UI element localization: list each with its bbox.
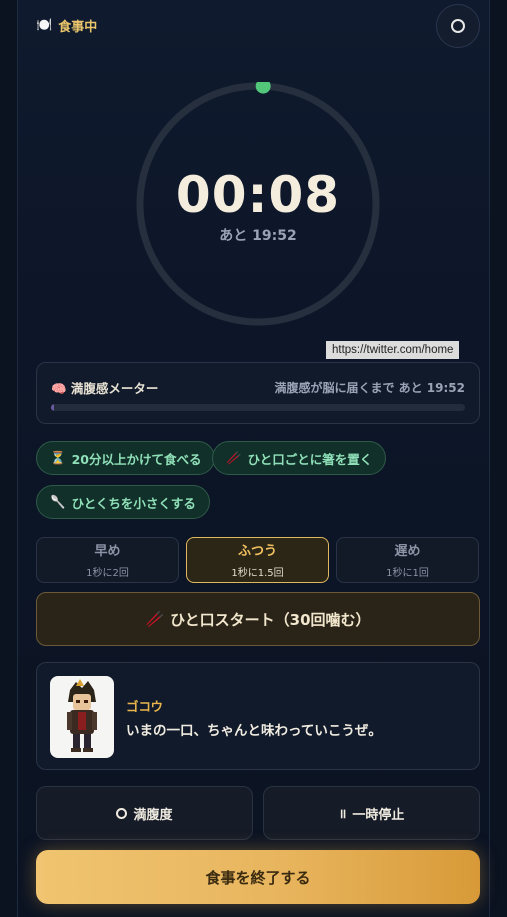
chopsticks-icon: 🥢	[145, 610, 165, 628]
circle-icon	[116, 807, 128, 819]
tip-chip-chopsticks[interactable]: 🥢 ひと口ごとに箸を置く	[212, 441, 387, 475]
end-meal-button[interactable]: 食事を終了する	[36, 850, 480, 904]
circle-icon	[451, 19, 465, 33]
pause-button[interactable]: ॥ 一時停止	[263, 786, 480, 840]
hourglass-icon: ⏳	[50, 450, 66, 465]
speed-fast[interactable]: 早め 1秒に2回	[36, 537, 179, 583]
progress-dot	[255, 82, 271, 94]
meter-label: 🧠 満腹感メーター	[51, 381, 159, 396]
status-text: 食事中	[58, 20, 98, 35]
speed-title: ふつう	[237, 544, 277, 559]
speed-title: 遅め	[394, 544, 421, 559]
plate-icon: 🍽️	[36, 18, 53, 33]
record-button[interactable]	[436, 4, 480, 48]
fullness-label: 満腹度	[133, 807, 173, 823]
speed-sub: 1秒に1.5回	[231, 568, 284, 579]
link-tooltip: https://twitter.com/home	[326, 341, 460, 359]
pause-icon: ॥	[338, 807, 347, 822]
character-name: ゴコウ	[126, 699, 164, 714]
chopsticks-icon: 🥢	[226, 450, 242, 465]
meter-fill	[51, 404, 54, 411]
fullness-button[interactable]: 満腹度	[36, 786, 253, 840]
fullness-meter: 🧠 満腹感メーター 満腹感が脳に届くまで あと 19:52	[36, 362, 480, 424]
speed-sub: 1秒に2回	[86, 568, 129, 579]
timer-ring: 00:08 あと 19:52	[136, 82, 380, 326]
status-label: 🍽️ 食事中	[36, 16, 97, 35]
speed-slow[interactable]: 遅め 1秒に1回	[336, 537, 479, 583]
elapsed-time: 00:08	[175, 166, 341, 224]
start-bite-label: ひと口スタート（30回噛む）	[170, 610, 371, 629]
speed-normal[interactable]: ふつう 1秒に1.5回	[186, 537, 329, 583]
spoon-icon: 🥄	[50, 494, 66, 509]
character-avatar-icon	[67, 679, 97, 752]
meter-note: 満腹感が脳に届くまで あと 19:52	[274, 381, 465, 395]
meter-track	[51, 404, 465, 411]
speed-sub: 1秒に1回	[386, 568, 429, 579]
character-message: ゴコウ いまの一口、ちゃんと味わっていこうぜ。	[36, 662, 480, 770]
character-text: いまの一口、ちゃんと味わっていこうぜ。	[126, 723, 382, 739]
tip-label: 20分以上かけて食べる	[71, 451, 202, 467]
pause-label: 一時停止	[352, 807, 405, 823]
tip-chip-small-bites[interactable]: 🥄 ひとくちを小さくする	[36, 485, 210, 519]
tip-label: ひとくちを小さくする	[71, 495, 196, 511]
tip-label: ひと口ごとに箸を置く	[247, 451, 373, 467]
avatar	[50, 676, 114, 758]
remaining-time: あと 19:52	[219, 228, 297, 244]
speed-title: 早め	[94, 544, 121, 559]
tip-chip-slow[interactable]: ⏳ 20分以上かけて食べる	[36, 441, 216, 475]
start-bite-button[interactable]: 🥢 ひと口スタート（30回噛む）	[36, 592, 480, 646]
